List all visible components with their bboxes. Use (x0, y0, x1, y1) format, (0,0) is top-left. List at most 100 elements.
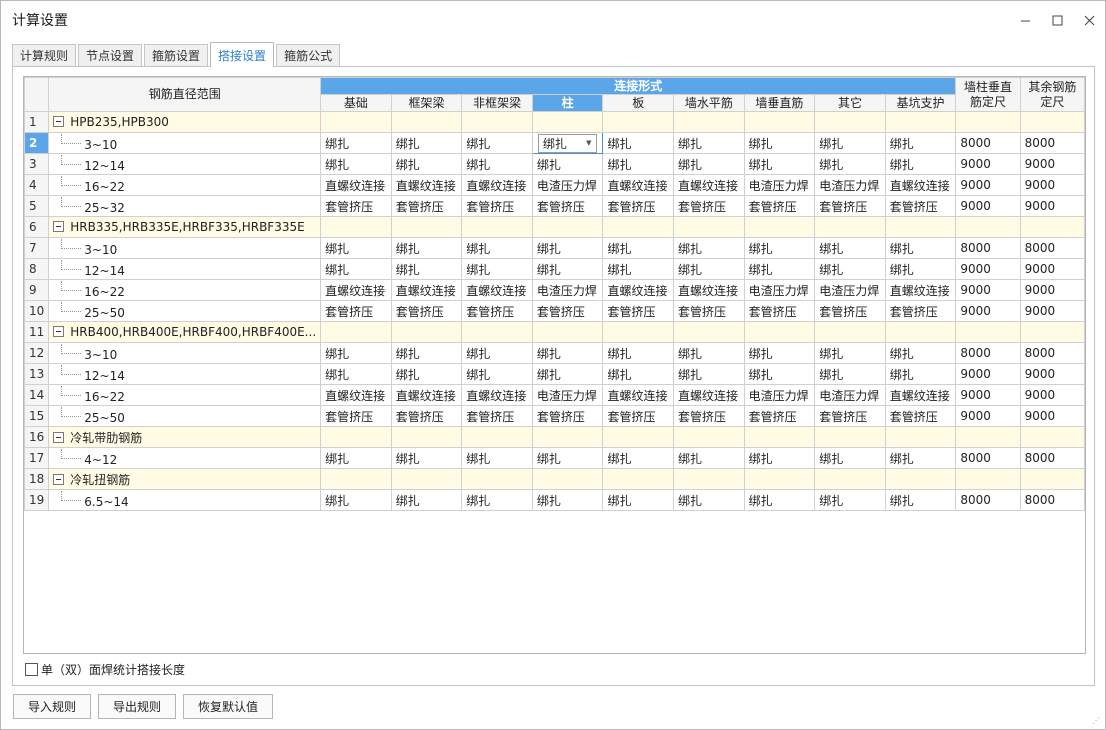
connection-cell[interactable]: 绑扎 (320, 258, 392, 280)
connection-cell[interactable]: 绑扎 (743, 342, 816, 364)
connection-cell[interactable]: 直螺纹连接 (673, 384, 745, 406)
connection-cell[interactable]: 绑扎 (673, 132, 745, 154)
wall-fixed-length-cell[interactable]: 8000 (955, 447, 1021, 469)
connection-cell[interactable]: 绑扎 (673, 258, 745, 280)
chevron-down-icon[interactable]: ▼ (586, 139, 591, 147)
connection-cell[interactable] (673, 426, 745, 448)
connection-cell[interactable] (602, 111, 675, 133)
connection-cell[interactable] (743, 321, 816, 343)
wall-fixed-length-cell[interactable]: 8000 (955, 237, 1021, 259)
connection-cell[interactable]: 绑扎 (602, 342, 675, 364)
connection-cell[interactable] (461, 468, 533, 490)
row-number[interactable]: 19 (24, 489, 50, 511)
connection-cell[interactable] (461, 216, 533, 238)
connection-cell[interactable]: 套管挤压 (884, 300, 957, 322)
connection-cell[interactable] (602, 216, 675, 238)
table-row[interactable]: 8 12~14 绑扎 绑扎 绑扎 绑扎 绑扎 绑扎 绑扎 绑扎 绑扎 9000 9000 (24, 258, 1085, 280)
connection-cell[interactable] (884, 321, 957, 343)
connection-cell[interactable] (390, 111, 463, 133)
connection-cell[interactable]: 绑扎 (814, 363, 886, 385)
header-sub-8[interactable]: 基坑支护 (884, 94, 957, 112)
connection-cell[interactable] (814, 468, 886, 490)
connection-cell[interactable]: 绑扎 (814, 342, 886, 364)
range-cell[interactable]: 4~12 (48, 447, 322, 469)
range-cell[interactable]: HPB235,HPB300 (48, 111, 322, 133)
tab-2[interactable]: 箍筋设置 (144, 44, 209, 66)
connection-cell[interactable]: 绑扎 (743, 447, 816, 469)
other-fixed-length-cell[interactable]: 9000 (1019, 195, 1085, 217)
connection-cell[interactable] (531, 426, 604, 448)
connection-cell[interactable]: 绑扎 (531, 153, 604, 175)
connection-cell[interactable]: 绑扎 (602, 489, 675, 511)
other-fixed-length-cell[interactable]: 8000 (1019, 237, 1085, 259)
row-number[interactable]: 4 (24, 174, 50, 196)
range-cell[interactable]: 12~14 (48, 363, 322, 385)
connection-cell[interactable]: 绑扎 (602, 132, 675, 154)
connection-cell[interactable] (884, 426, 957, 448)
connection-cell[interactable] (320, 216, 392, 238)
connection-cell[interactable]: 直螺纹连接 (461, 174, 533, 196)
connection-cell[interactable]: 直螺纹连接 (320, 174, 392, 196)
row-number[interactable]: 10 (24, 300, 50, 322)
row-number[interactable]: 6 (24, 216, 50, 238)
tab-3[interactable]: 搭接设置 (210, 42, 275, 67)
wall-fixed-length-cell[interactable]: 8000 (955, 342, 1021, 364)
connection-cell[interactable]: 电渣压力焊 (531, 174, 604, 196)
table-row[interactable]: 7 3~10 绑扎 绑扎 绑扎 绑扎 绑扎 绑扎 绑扎 绑扎 绑扎 8000 8000 (24, 237, 1085, 259)
range-cell[interactable]: 25~50 (48, 405, 322, 427)
wall-fixed-length-cell[interactable] (955, 111, 1021, 133)
connection-cell[interactable]: 绑扎 (461, 489, 533, 511)
connection-cell[interactable]: 直螺纹连接 (602, 279, 675, 301)
table-row[interactable]: 13 12~14 绑扎 绑扎 绑扎 绑扎 绑扎 绑扎 绑扎 绑扎 绑扎 9000 9000 (24, 363, 1085, 385)
connection-cell[interactable]: 套管挤压 (814, 405, 886, 427)
table-row[interactable]: 10 25~50 套管挤压 套管挤压 套管挤压 套管挤压 套管挤压 套管挤压 套管挤压 套管挤压套… (24, 300, 1085, 322)
row-number[interactable]: 16 (24, 426, 50, 448)
connection-cell[interactable] (673, 216, 745, 238)
connection-cell[interactable]: 绑扎 (531, 447, 604, 469)
connection-cell[interactable] (602, 468, 675, 490)
connection-cell[interactable]: 绑扎 (673, 153, 745, 175)
wall-fixed-length-cell[interactable]: 8000 (955, 132, 1021, 154)
row-number[interactable]: 13 (24, 363, 50, 385)
connection-cell[interactable]: 绑扎 (390, 447, 463, 469)
header-sub-3[interactable]: 柱 (531, 94, 604, 112)
row-number[interactable]: 17 (24, 447, 50, 469)
connection-cell[interactable]: 绑扎 (531, 342, 604, 364)
group-row[interactable]: 18 冷轧扭钢筋 (24, 468, 1085, 490)
connection-cell[interactable]: 直螺纹连接 (461, 384, 533, 406)
table-row[interactable]: 15 25~50 套管挤压 套管挤压 套管挤压 套管挤压 套管挤压 套管挤压 套管挤压 套管挤压套… (24, 405, 1085, 427)
connection-cell[interactable]: 套管挤压 (814, 195, 886, 217)
wall-fixed-length-cell[interactable] (955, 321, 1021, 343)
group-row[interactable]: 11 HRB400,HRB400E,HRBF400,HRBF400E... (24, 321, 1085, 343)
connection-cell[interactable]: 直螺纹连接 (602, 384, 675, 406)
header-other-fixed-length[interactable]: 其余钢筋定尺 (1019, 77, 1085, 112)
header-sub-7[interactable]: 其它 (814, 94, 886, 112)
tab-4[interactable]: 箍筋公式 (276, 44, 341, 66)
connection-cell[interactable]: 绑扎 (531, 363, 604, 385)
connection-cell[interactable]: 绑扎 (673, 342, 745, 364)
range-cell[interactable]: 6.5~14 (48, 489, 322, 511)
range-cell[interactable]: 16~22 (48, 384, 322, 406)
connection-cell[interactable]: 绑扎 (884, 363, 957, 385)
connection-cell[interactable]: 套管挤压 (461, 300, 533, 322)
connection-cell[interactable]: 套管挤压 (320, 405, 392, 427)
connection-cell[interactable]: 绑扎 (814, 258, 886, 280)
connection-cell[interactable]: 绑扎 (814, 447, 886, 469)
range-cell[interactable]: HRB335,HRB335E,HRBF335,HRBF335E (48, 216, 322, 238)
export-rules-button[interactable]: 导出规则 (98, 694, 177, 719)
range-cell[interactable]: 3~10 (48, 237, 322, 259)
connection-cell[interactable]: 绑扎 (673, 447, 745, 469)
group-row[interactable]: 16 冷轧带肋钢筋 (24, 426, 1085, 448)
other-fixed-length-cell[interactable] (1019, 321, 1085, 343)
connection-cell[interactable] (884, 111, 957, 133)
connection-cell[interactable]: 套管挤压 (390, 300, 463, 322)
row-number[interactable]: 18 (24, 468, 50, 490)
wall-fixed-length-cell[interactable]: 9000 (955, 258, 1021, 280)
connection-cell[interactable]: 套管挤压 (743, 405, 816, 427)
connection-cell[interactable]: 绑扎 (743, 237, 816, 259)
other-fixed-length-cell[interactable] (1019, 216, 1085, 238)
connection-cell[interactable]: 套管挤压 (884, 195, 957, 217)
table-row[interactable]: 5 25~32 套管挤压 套管挤压 套管挤压 套管挤压 套管挤压 套管挤压 套管挤压 套管挤压 套管… (24, 195, 1085, 217)
connection-cell[interactable]: 电渣压力焊 (814, 174, 886, 196)
connection-cell[interactable]: 绑扎 (743, 132, 816, 154)
